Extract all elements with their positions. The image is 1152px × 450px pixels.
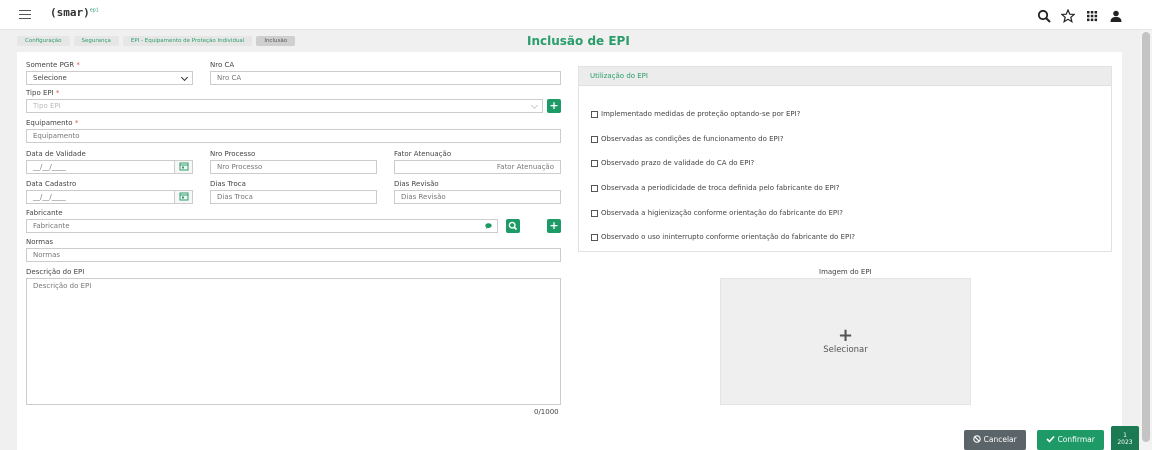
checkbox[interactable]: [591, 159, 598, 167]
chevron-down-icon: [530, 101, 539, 110]
breadcrumb-item-configuracao[interactable]: Configuração: [17, 36, 70, 46]
vertical-scrollbar[interactable]: [1140, 30, 1152, 450]
version-badge[interactable]: 1 2023: [1111, 426, 1139, 450]
imagem-label: Imagem do EPI: [819, 268, 872, 276]
confirm-button[interactable]: Confirmar: [1037, 430, 1104, 450]
image-upload-area[interactable]: + Selecionar: [720, 278, 971, 405]
nro-ca-input[interactable]: Nro CA: [210, 71, 561, 85]
checkbox-item[interactable]: Implementado medidas de proteção optando…: [591, 110, 800, 118]
breadcrumb-item-inclusao: Inclusão: [256, 36, 296, 46]
calendar-icon[interactable]: [174, 161, 192, 173]
data-cadastro-input[interactable]: __/__/____: [26, 190, 193, 204]
data-cadastro-label: Data Cadastro: [26, 180, 77, 188]
checkbox[interactable]: [591, 110, 598, 118]
dias-troca-label: Dias Troca: [210, 180, 246, 188]
tipo-epi-select[interactable]: Tipo EPI: [26, 99, 543, 113]
star-icon[interactable]: [1061, 9, 1075, 23]
utilizacao-title: Utilização do EPI: [579, 67, 1111, 86]
somente-pgr-label: Somente PGR *: [26, 61, 80, 69]
checkbox[interactable]: [591, 135, 598, 143]
descricao-textarea[interactable]: Descrição do EPI: [26, 278, 561, 405]
equipamento-label: Equipamento *: [26, 119, 79, 127]
chevron-down-icon: [180, 73, 189, 82]
dias-revisao-label: Dias Revisão: [394, 180, 439, 188]
tipo-epi-label: Tipo EPI *: [26, 89, 60, 97]
comment-icon: [485, 223, 492, 229]
plus-icon: +: [837, 325, 854, 346]
data-validade-input[interactable]: __/__/____: [26, 160, 193, 174]
descricao-label: Descrição do EPI: [26, 268, 85, 276]
utilizacao-panel: Utilização do EPI Implementado medidas d…: [578, 66, 1112, 252]
checkbox[interactable]: [591, 233, 598, 241]
search-icon[interactable]: [1037, 9, 1051, 23]
search-fabricante-button[interactable]: [506, 219, 520, 233]
checkbox[interactable]: [591, 184, 598, 192]
checkbox-item[interactable]: Observada a higienização conforme orient…: [591, 209, 843, 217]
dias-troca-input[interactable]: Dias Troca: [210, 190, 377, 204]
checkbox-item[interactable]: Observada a periodicidade de troca defin…: [591, 184, 839, 192]
scrollbar-thumb[interactable]: [1142, 32, 1150, 442]
equipamento-input[interactable]: Equipamento: [26, 129, 561, 143]
app-logo[interactable]: (smar)epi: [50, 6, 99, 19]
checkbox-item[interactable]: Observado prazo de validade do CA do EPI…: [591, 159, 754, 167]
breadcrumb-item-seguranca[interactable]: Segurança: [73, 36, 119, 46]
breadcrumb: Configuração Segurança EPI - Equipamento…: [17, 36, 299, 48]
check-icon: [1046, 435, 1055, 443]
somente-pgr-select[interactable]: Selecione: [26, 71, 193, 85]
top-header: (smar)epi: [0, 0, 1152, 30]
fator-atenuacao-input[interactable]: Fator Atenuação: [394, 160, 561, 174]
normas-input[interactable]: Normas: [26, 248, 561, 262]
cancel-button[interactable]: Cancelar: [964, 430, 1026, 450]
add-tipo-epi-button[interactable]: +: [547, 99, 561, 113]
user-icon[interactable]: [1109, 9, 1123, 23]
fabricante-label: Fabricante: [26, 209, 63, 217]
apps-grid-icon[interactable]: [1085, 9, 1099, 23]
select-image-label: Selecionar: [823, 345, 868, 355]
checkbox[interactable]: [591, 209, 598, 217]
fabricante-input[interactable]: Fabricante: [26, 219, 498, 233]
nro-ca-label: Nro CA: [210, 61, 235, 69]
search-icon: [508, 221, 518, 231]
checkbox-item[interactable]: Observadas as condições de funcionamento…: [591, 135, 784, 143]
normas-label: Normas: [26, 238, 54, 246]
calendar-icon[interactable]: [174, 191, 192, 203]
nro-processo-input[interactable]: Nro Processo: [210, 160, 377, 174]
page-title: Inclusão de EPI: [527, 34, 630, 48]
nro-processo-label: Nro Processo: [210, 150, 256, 158]
char-counter: 0/1000: [534, 408, 559, 416]
ban-icon: [973, 435, 982, 443]
breadcrumb-item-epi[interactable]: EPI - Equipamento de Proteção Individual: [122, 36, 253, 46]
menu-icon[interactable]: [19, 10, 31, 19]
add-fabricante-button[interactable]: +: [547, 219, 561, 233]
data-validade-label: Data de Validade: [26, 150, 86, 158]
checkbox-item[interactable]: Observado o uso ininterrupto conforme or…: [591, 233, 855, 241]
dias-revisao-input[interactable]: Dias Revisão: [394, 190, 561, 204]
fator-atenuacao-label: Fator Atenuação: [394, 150, 452, 158]
